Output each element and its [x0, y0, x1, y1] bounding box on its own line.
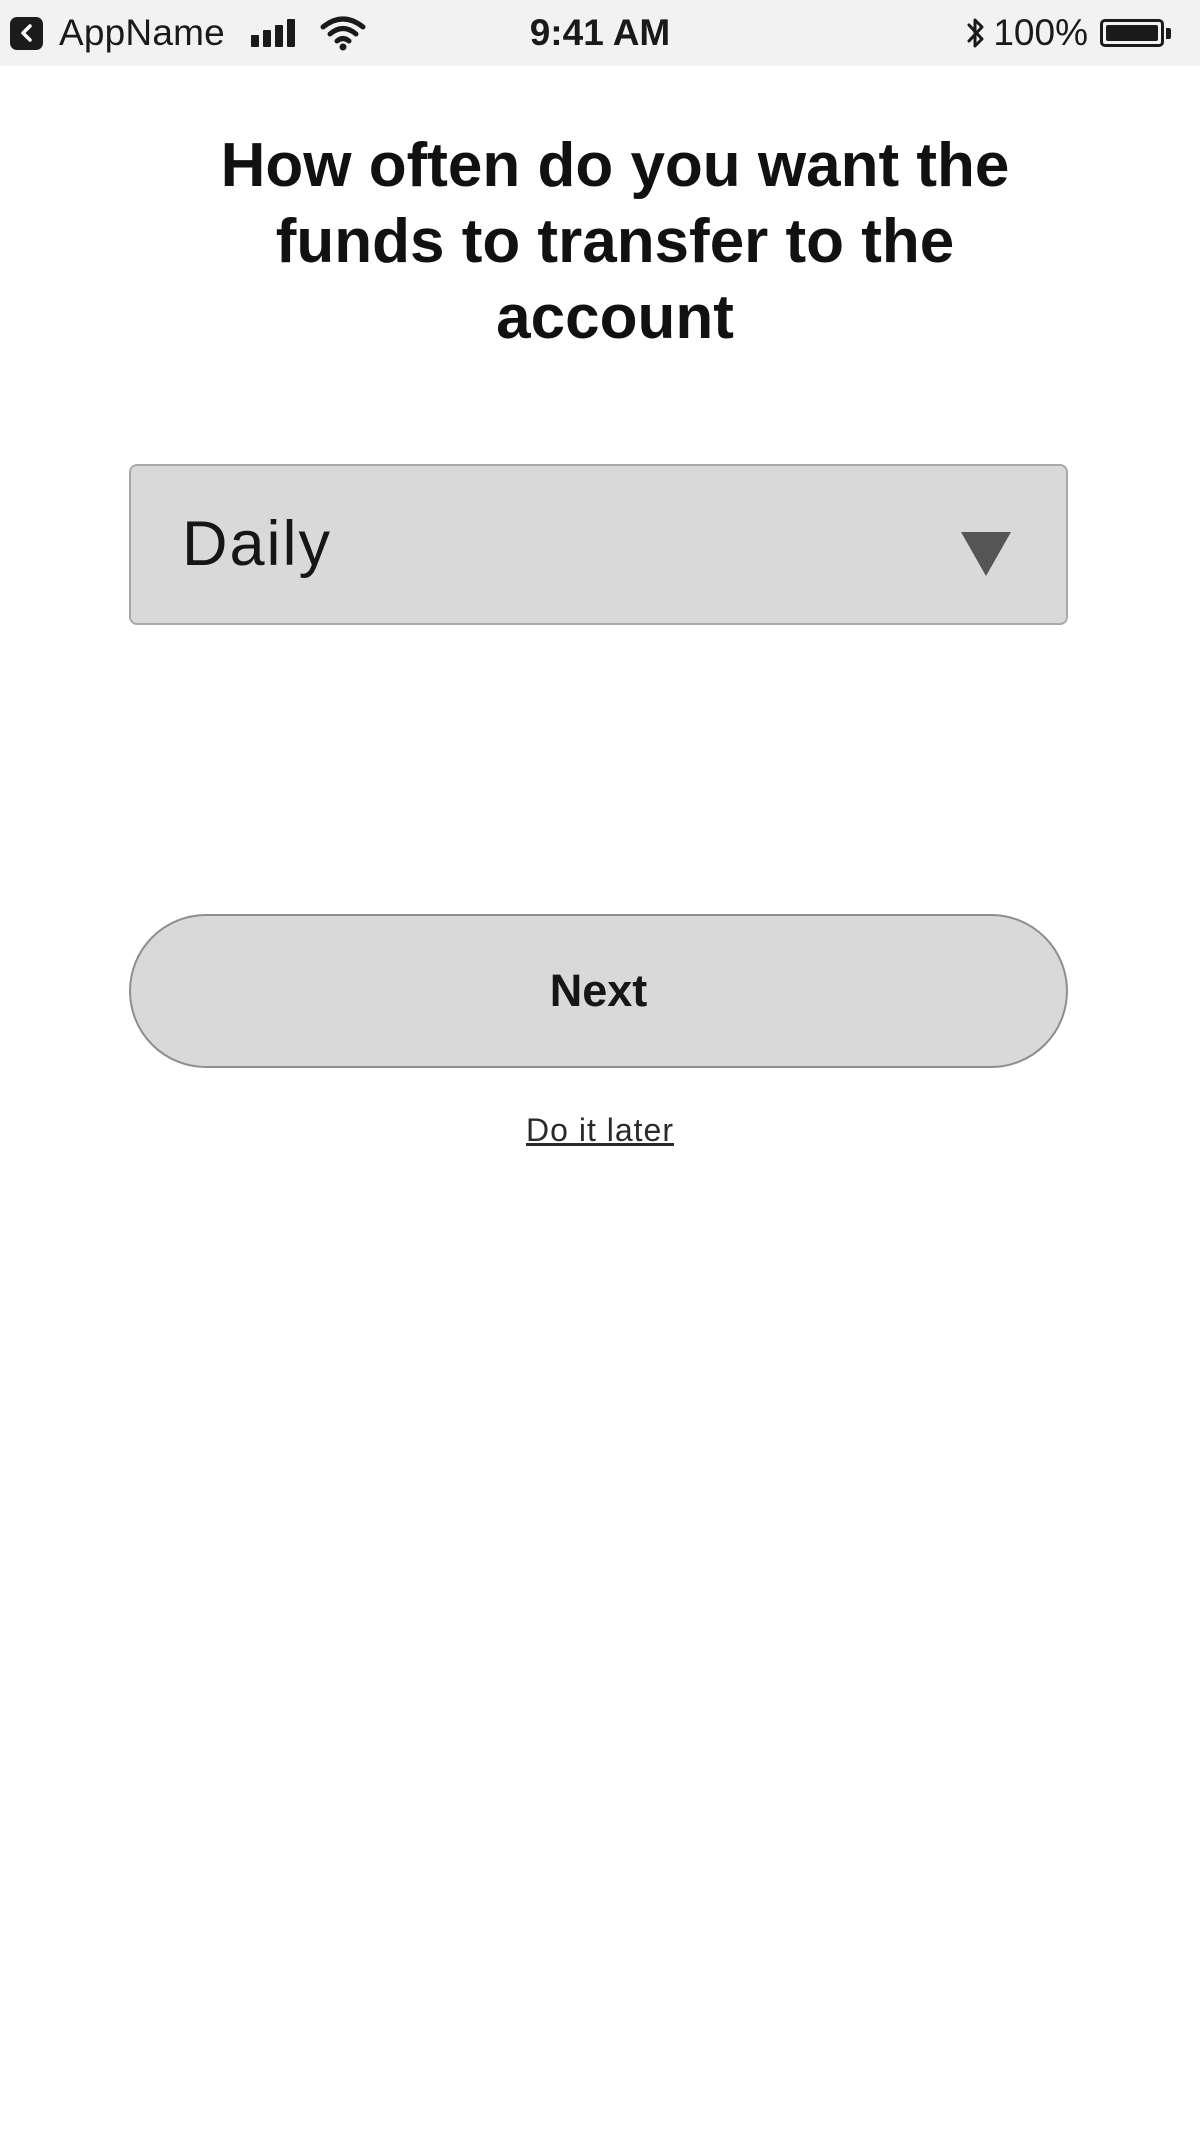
battery-icon	[1100, 18, 1172, 48]
battery-percent: 100%	[993, 12, 1088, 53]
signal-icon	[250, 19, 295, 47]
do-it-later-link[interactable]: Do it later	[440, 1112, 760, 1149]
frequency-select[interactable]: Daily	[129, 464, 1068, 625]
triangle-down-icon	[961, 532, 1011, 576]
page-title: How often do you want the funds to trans…	[220, 131, 1010, 352]
status-time: 9:41 AM	[529, 12, 671, 53]
chevron-left-icon	[20, 24, 32, 42]
status-right: 100%	[965, 10, 1172, 56]
next-button[interactable]: Next	[129, 914, 1068, 1068]
wifi-icon	[320, 16, 366, 51]
bluetooth-icon	[967, 18, 984, 48]
battery-tip	[1166, 27, 1171, 39]
status-left: AppName	[10, 10, 367, 56]
battery-fill	[1106, 25, 1158, 41]
back-to-app-icon[interactable]	[10, 16, 43, 50]
battery-body	[1100, 19, 1164, 47]
status-bar: AppName 9:41 AM 100%	[0, 0, 1200, 66]
app-name[interactable]: AppName	[59, 12, 225, 54]
frequency-selected-value: Daily	[182, 509, 333, 579]
